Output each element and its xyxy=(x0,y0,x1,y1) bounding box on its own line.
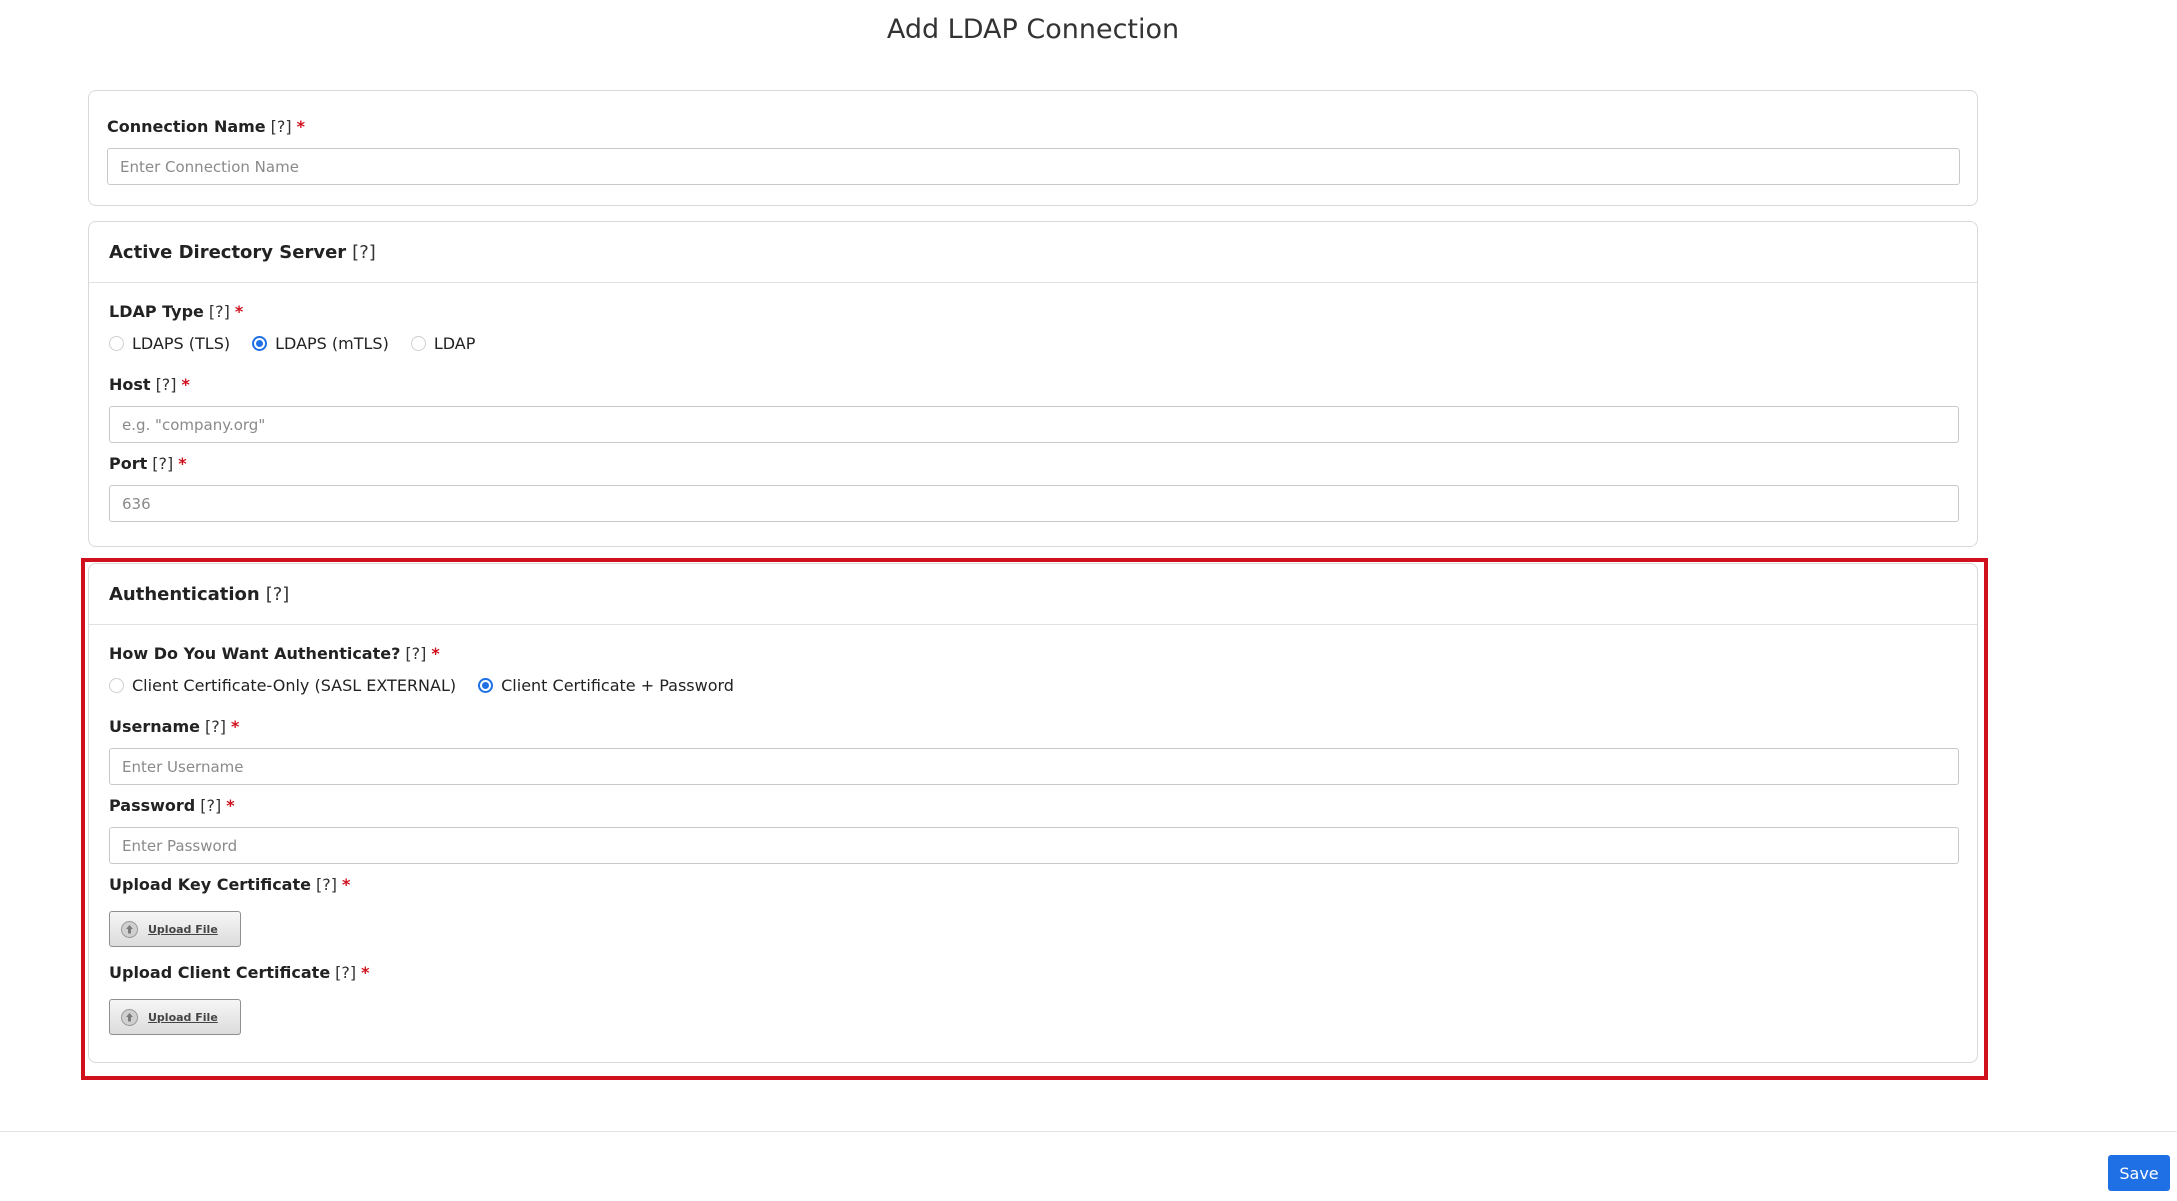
connection-name-input[interactable] xyxy=(107,148,1960,185)
auth-method-label: How Do You Want Authenticate? [?] * xyxy=(109,644,440,663)
active-directory-server-card: Active Directory Server [?] LDAP Type [?] *… xyxy=(88,221,1978,547)
username-input[interactable] xyxy=(109,748,1959,785)
help-link[interactable]: [?] xyxy=(271,117,292,136)
upload-button-label: Upload File xyxy=(148,1010,218,1024)
help-link[interactable]: [?] xyxy=(205,717,226,736)
required-marker: * xyxy=(230,717,240,736)
radio-button-selected[interactable] xyxy=(478,678,494,693)
radio-ldap[interactable]: LDAP xyxy=(410,334,475,353)
password-label: Password [?] * xyxy=(109,796,235,815)
radio-cert-only[interactable]: Client Certificate-Only (SASL EXTERNAL) xyxy=(109,676,456,695)
server-card-header: Active Directory Server [?] xyxy=(89,222,1977,283)
ldap-type-radio-group: LDAPS (TLS) LDAPS (mTLS) LDAP xyxy=(109,334,475,353)
required-marker: * xyxy=(178,454,187,473)
radio-button-selected[interactable] xyxy=(252,336,268,351)
radio-ldaps-tls[interactable]: LDAPS (TLS) xyxy=(109,334,230,353)
required-marker: * xyxy=(226,796,235,815)
help-link[interactable]: [?] xyxy=(405,644,426,663)
upload-client-cert-button[interactable]: Upload File xyxy=(109,999,241,1035)
auth-method-radio-group: Client Certificate-Only (SASL EXTERNAL) … xyxy=(109,676,734,695)
host-input[interactable] xyxy=(109,406,1959,443)
port-input[interactable] xyxy=(109,485,1959,522)
help-link[interactable]: [?] xyxy=(352,242,376,263)
required-marker: * xyxy=(234,302,244,321)
radio-button[interactable] xyxy=(109,336,124,351)
required-marker: * xyxy=(341,875,351,894)
help-link[interactable]: [?] xyxy=(316,875,337,894)
client-cert-label: Upload Client Certificate [?] * xyxy=(109,963,370,982)
radio-cert-password[interactable]: Client Certificate + Password xyxy=(478,676,734,695)
upload-key-cert-button[interactable]: Upload File xyxy=(109,911,241,947)
username-label: Username [?] * xyxy=(109,717,240,736)
help-link[interactable]: [?] xyxy=(152,454,173,473)
connection-name-label: Connection Name [?] * xyxy=(107,117,306,136)
host-label: Host [?] * xyxy=(109,375,190,394)
connection-name-card: Connection Name [?] * xyxy=(88,90,1978,206)
help-link[interactable]: [?] xyxy=(200,796,221,815)
help-link[interactable]: [?] xyxy=(266,584,290,605)
required-marker: * xyxy=(296,117,306,136)
upload-arrow-icon xyxy=(121,1008,138,1026)
ldap-type-label: LDAP Type [?] * xyxy=(109,302,244,321)
key-cert-label: Upload Key Certificate [?] * xyxy=(109,875,351,894)
port-label: Port [?] * xyxy=(109,454,187,473)
auth-card-title: Authentication xyxy=(109,583,260,605)
server-card-title: Active Directory Server xyxy=(109,241,347,263)
radio-ldaps-mtls[interactable]: LDAPS (mTLS) xyxy=(252,334,389,353)
help-link[interactable]: [?] xyxy=(335,963,356,982)
auth-card-header: Authentication [?] xyxy=(89,564,1977,625)
upload-button-label: Upload File xyxy=(148,922,218,936)
save-button[interactable]: Save xyxy=(2108,1155,2170,1191)
authentication-card: Authentication [?] How Do You Want Authen… xyxy=(88,563,1978,1063)
radio-button[interactable] xyxy=(109,678,124,693)
help-link[interactable]: [?] xyxy=(209,302,230,321)
upload-arrow-icon xyxy=(121,920,138,938)
radio-button[interactable] xyxy=(410,336,426,351)
help-link[interactable]: [?] xyxy=(156,375,177,394)
footer-divider xyxy=(0,1131,2177,1132)
required-marker: * xyxy=(361,963,370,982)
required-marker: * xyxy=(431,644,440,663)
required-marker: * xyxy=(181,375,190,394)
password-input[interactable] xyxy=(109,827,1959,864)
page-title: Add LDAP Connection xyxy=(886,14,1180,45)
